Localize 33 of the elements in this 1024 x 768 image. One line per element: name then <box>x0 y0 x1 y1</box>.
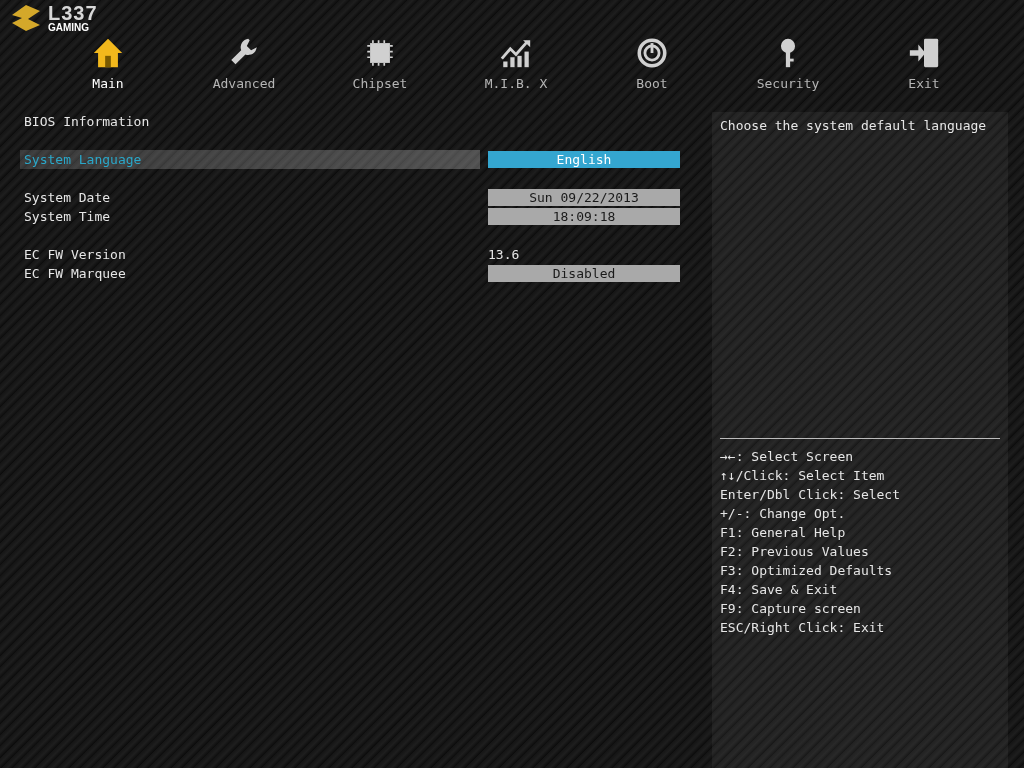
key-help-line: F9: Capture screen <box>720 600 861 618</box>
menu-tab[interactable]: Advanced <box>176 36 312 94</box>
key-help-line: ↑↓/Click: Select Item <box>720 467 885 485</box>
menu-tab[interactable]: Boot <box>584 36 720 94</box>
key-help-line: +/-: Change Opt. <box>720 505 846 523</box>
house-icon <box>91 36 125 70</box>
menu-tab[interactable]: Chipset <box>312 36 448 94</box>
key-help-line: F1: General Help <box>720 524 846 542</box>
setting-label: System Time <box>23 208 112 226</box>
setting-label: System Language <box>20 150 480 169</box>
option-value[interactable]: Disabled <box>488 265 680 282</box>
key-help-line: F3: Optimized Defaults <box>720 562 893 580</box>
setting-label: EC FW Version <box>23 246 127 264</box>
menu-tab[interactable]: Security <box>720 36 856 94</box>
menu-tab[interactable]: M.I.B. X <box>448 36 584 94</box>
setting-label: EC FW Marquee <box>23 265 127 283</box>
key-help-line: F2: Previous Values <box>720 543 869 561</box>
key-help-line: ESC/Right Click: Exit <box>720 619 885 637</box>
logo-subtitle: GAMING <box>48 23 91 33</box>
section-title: BIOS Information <box>23 112 150 131</box>
option-value[interactable]: Sun 09/22/2013 <box>488 189 680 206</box>
menu-tab[interactable]: Exit <box>856 36 992 94</box>
info-value: 13.6 <box>488 245 520 264</box>
key-help-line: F4: Save & Exit <box>720 581 838 599</box>
logo-text: L337 <box>48 3 98 23</box>
key-help-line: Enter/Dbl Click: Select <box>720 486 900 504</box>
setting-label: System Date <box>23 189 112 207</box>
help-text: Choose the system default language <box>720 117 988 135</box>
exit-icon <box>907 36 941 70</box>
option-value[interactable]: 18:09:18 <box>488 208 680 225</box>
power-icon <box>635 36 669 70</box>
menu-tab[interactable]: Main <box>40 36 176 94</box>
key-help-line: →←: Select Screen <box>720 448 854 466</box>
